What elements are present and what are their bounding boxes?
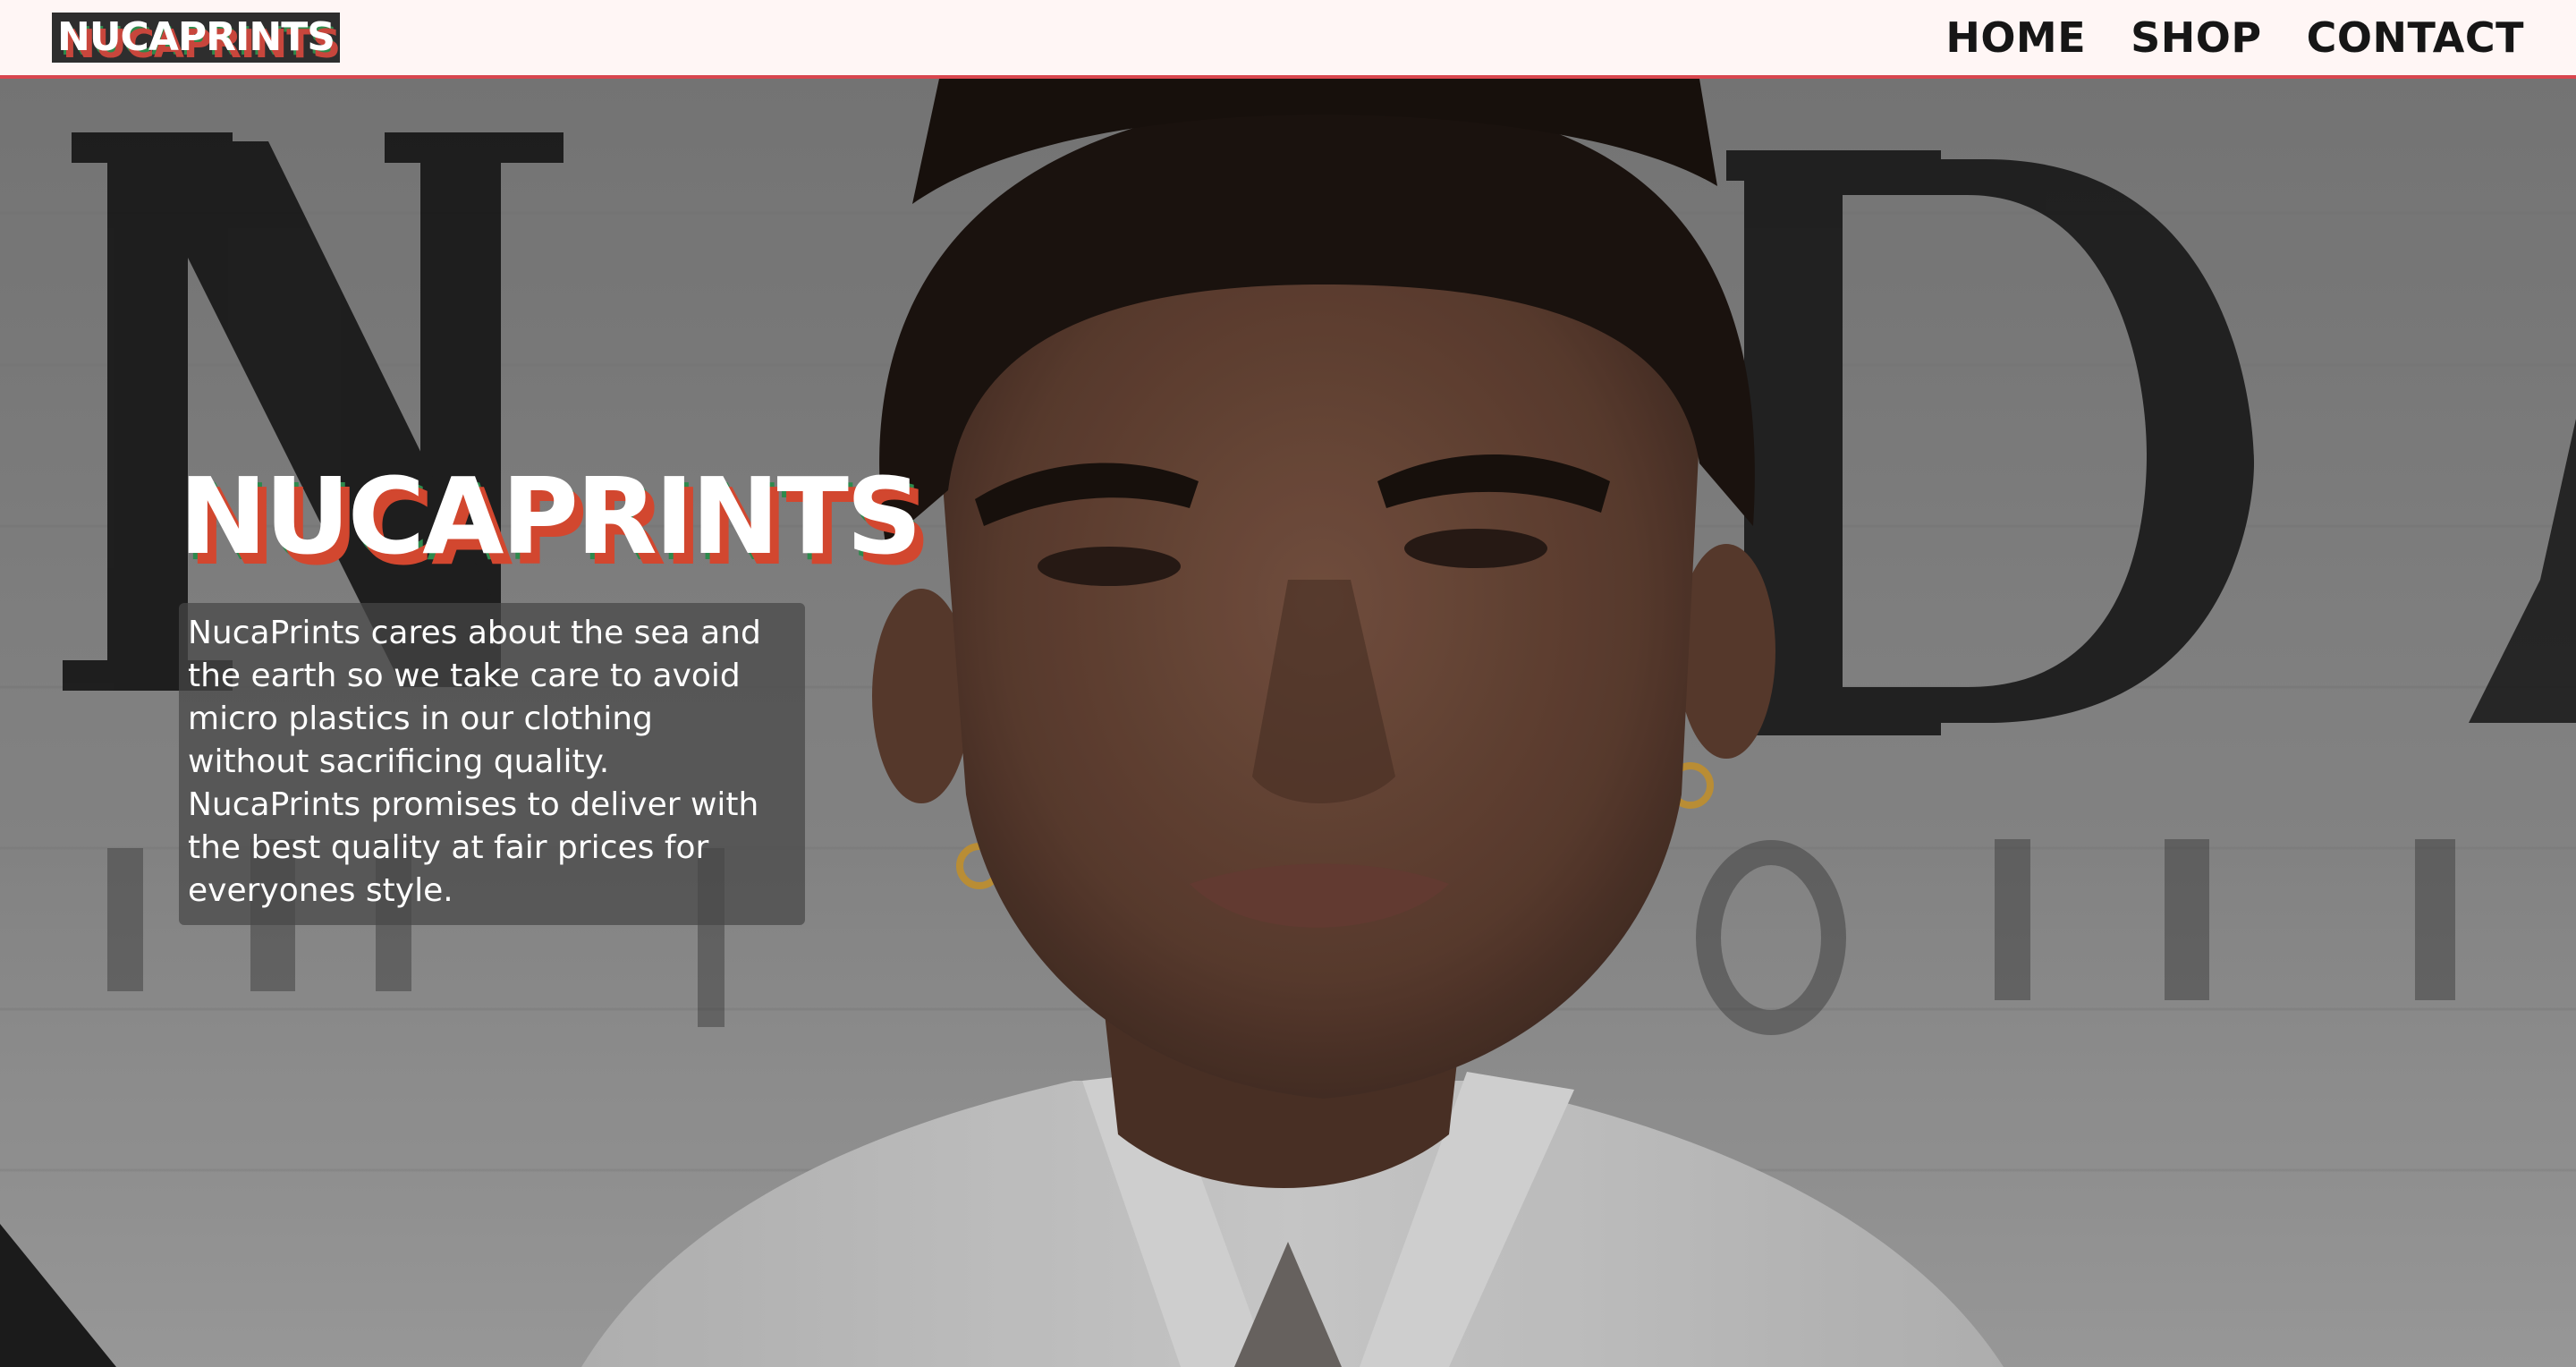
page: NUCAPRINTS HOME SHOP CONTACT NUCAPRINTS … <box>0 0 2576 1367</box>
hero-description-line: NucaPrints promises to deliver with <box>188 786 759 823</box>
hero-description-line: without sacrificing quality. <box>188 743 610 780</box>
nav-link-shop[interactable]: SHOP <box>2131 13 2261 62</box>
hero-description: NucaPrints cares about the sea and the e… <box>188 612 796 913</box>
hero-section: NUCAPRINTS NucaPrints cares about the se… <box>0 79 2576 1367</box>
nav-link-contact[interactable]: CONTACT <box>2307 13 2524 62</box>
brand-logo-link[interactable]: NUCAPRINTS <box>52 13 340 63</box>
top-navbar: NUCAPRINTS HOME SHOP CONTACT <box>0 0 2576 79</box>
hero-description-line: the earth so we take care to avoid <box>188 658 741 694</box>
hero-description-line: micro plastics in our clothing <box>188 700 653 737</box>
nav-link-home[interactable]: HOME <box>1945 13 2086 62</box>
hero-title: NUCAPRINTS <box>179 454 922 578</box>
hero-description-box: NucaPrints cares about the sea and the e… <box>179 603 805 925</box>
hero-description-line: the best quality at fair prices for <box>188 829 709 866</box>
hero-description-line: everyones style. <box>188 872 453 909</box>
hero-description-line: NucaPrints cares about the sea and <box>188 615 761 651</box>
main-navigation: HOME SHOP CONTACT <box>1945 0 2524 75</box>
